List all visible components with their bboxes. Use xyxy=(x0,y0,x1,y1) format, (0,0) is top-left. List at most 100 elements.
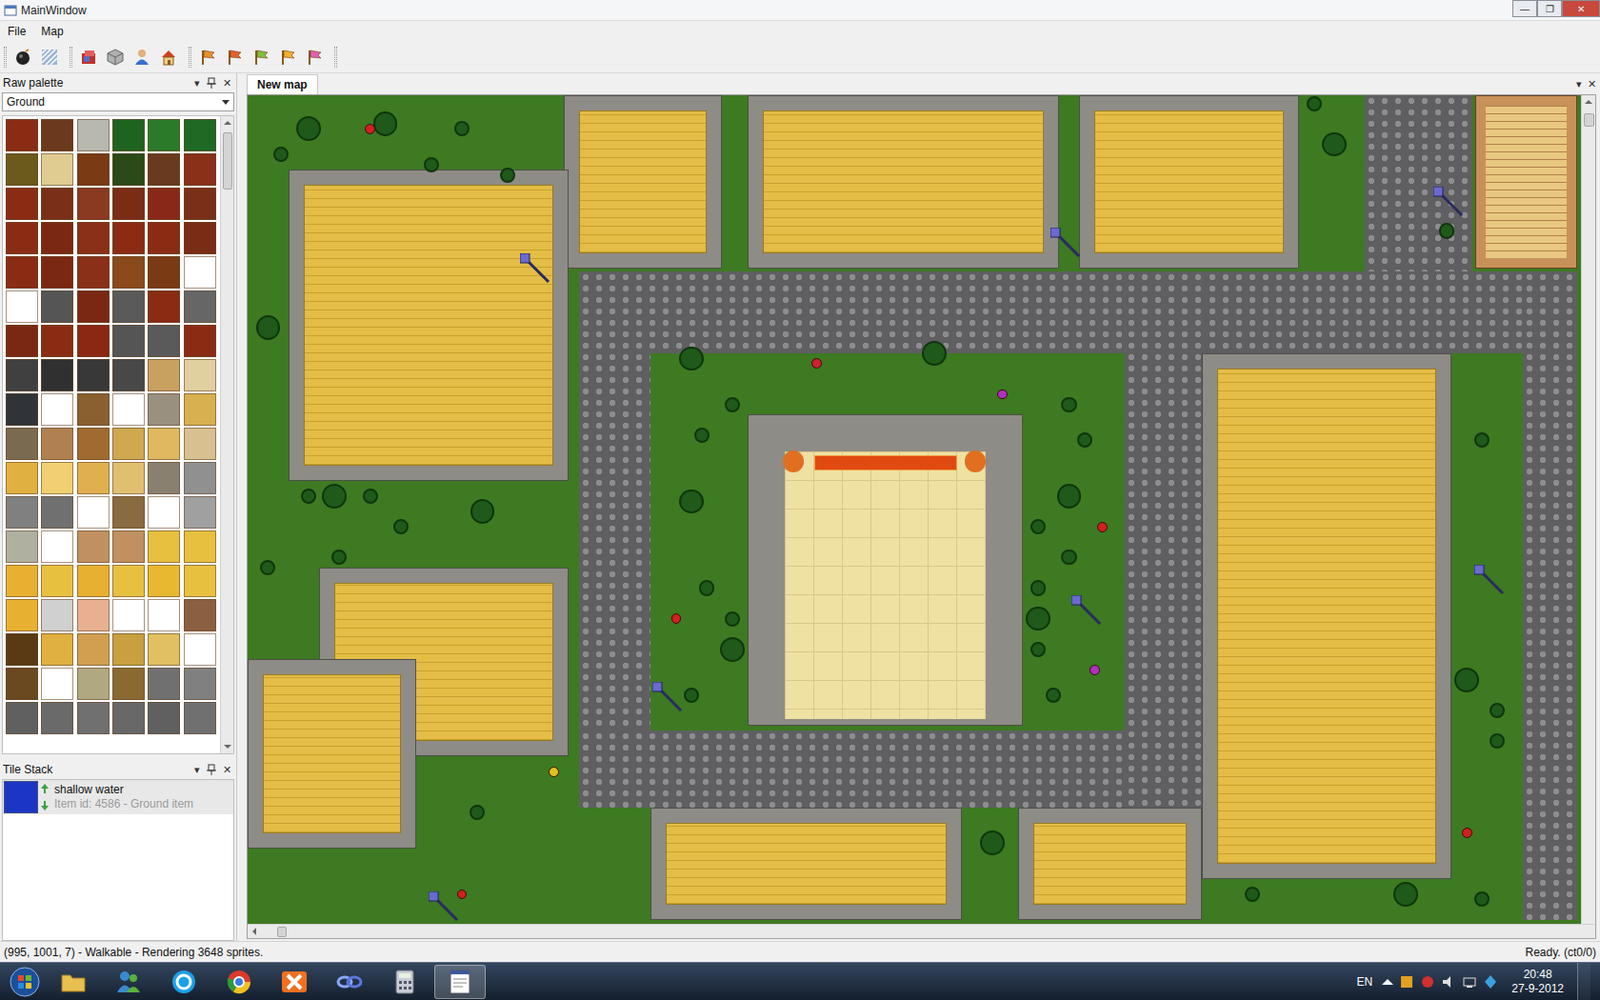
map-vertical-scrollbar[interactable] xyxy=(1580,95,1596,924)
palette-tile[interactable] xyxy=(183,119,217,152)
document-menu-button[interactable]: ▾ xyxy=(1576,76,1582,93)
palette-tile[interactable] xyxy=(5,221,39,255)
palette-tile[interactable] xyxy=(147,667,180,700)
dock-close-button[interactable]: ✕ xyxy=(220,76,234,90)
palette-tile[interactable] xyxy=(183,496,217,529)
palette-tile[interactable] xyxy=(40,633,74,666)
palette-tile[interactable] xyxy=(5,119,39,152)
palette-tile[interactable] xyxy=(5,256,39,289)
palette-tile[interactable] xyxy=(112,221,145,255)
palette-tile[interactable] xyxy=(183,256,217,289)
palette-tile[interactable] xyxy=(77,393,110,426)
language-indicator[interactable]: EN xyxy=(1357,973,1374,991)
window-control-button[interactable]: ❐ xyxy=(1537,0,1562,18)
palette-tile[interactable] xyxy=(77,187,110,220)
taskbar-app[interactable] xyxy=(158,964,210,1000)
palette-tile[interactable] xyxy=(147,290,180,323)
palette-tile[interactable] xyxy=(77,461,110,495)
palette-tile[interactable] xyxy=(40,119,74,152)
palette-tile[interactable] xyxy=(77,564,110,598)
palette-tile[interactable] xyxy=(147,701,180,735)
tile-stack-item[interactable]: shallow waterItem id: 4586 - Ground item xyxy=(2,780,234,815)
move-down-button[interactable] xyxy=(40,800,50,812)
palette-tile[interactable] xyxy=(183,633,217,666)
palette-tile[interactable] xyxy=(112,599,145,632)
palette-tile[interactable] xyxy=(77,119,110,152)
toolbar-button[interactable] xyxy=(104,46,126,68)
start-button[interactable] xyxy=(5,963,44,1000)
palette-tile[interactable] xyxy=(112,564,145,598)
palette-tile[interactable] xyxy=(40,427,74,460)
palette-tile[interactable] xyxy=(147,633,180,666)
palette-tile[interactable] xyxy=(147,119,180,152)
toolbar-button[interactable] xyxy=(78,46,100,68)
palette-tile[interactable] xyxy=(183,221,217,255)
palette-tile[interactable] xyxy=(40,324,74,358)
palette-tile[interactable] xyxy=(5,393,39,426)
palette-tile[interactable] xyxy=(183,324,217,358)
toolbar-button[interactable] xyxy=(12,46,34,68)
palette-tile[interactable] xyxy=(112,461,145,495)
palette-tile[interactable] xyxy=(147,427,180,460)
palette-tile[interactable] xyxy=(5,564,39,598)
dock-menu-button[interactable]: ▾ xyxy=(192,76,202,90)
dock-menu-button[interactable]: ▾ xyxy=(192,762,202,777)
palette-tile[interactable] xyxy=(40,221,74,255)
palette-tile[interactable] xyxy=(183,427,217,460)
palette-tile[interactable] xyxy=(112,119,145,152)
palette-tile[interactable] xyxy=(5,530,39,563)
palette-tile[interactable] xyxy=(147,221,180,255)
palette-tile[interactable] xyxy=(5,359,39,392)
palette-tile[interactable] xyxy=(77,221,110,255)
toolbar-button[interactable] xyxy=(131,46,153,68)
palette-tile[interactable] xyxy=(112,359,145,392)
document-tab[interactable]: New map xyxy=(246,74,319,95)
palette-tile[interactable] xyxy=(183,290,217,323)
toolbar-button[interactable] xyxy=(197,46,219,68)
scrollbar-thumb[interactable] xyxy=(222,132,233,190)
palette-tile[interactable] xyxy=(147,393,180,426)
toolbar-button[interactable] xyxy=(223,46,245,68)
palette-tile[interactable] xyxy=(5,496,39,529)
palette-tile[interactable] xyxy=(147,359,180,392)
palette-tile[interactable] xyxy=(183,530,217,563)
palette-tile[interactable] xyxy=(147,187,180,220)
palette-tile[interactable] xyxy=(112,701,145,735)
map-horizontal-scrollbar[interactable] xyxy=(247,923,1596,939)
toolbar-button[interactable] xyxy=(39,46,60,68)
palette-tile[interactable] xyxy=(112,633,145,666)
palette-tile[interactable] xyxy=(183,667,217,700)
toolbar-button[interactable] xyxy=(277,46,299,68)
toolbar-button[interactable] xyxy=(158,46,180,68)
palette-tile[interactable] xyxy=(147,324,180,358)
palette-tile[interactable] xyxy=(77,701,110,735)
taskbar-app[interactable] xyxy=(434,964,486,1000)
palette-tile[interactable] xyxy=(40,564,74,598)
palette-tile[interactable] xyxy=(183,461,217,495)
palette-tile[interactable] xyxy=(5,427,39,460)
palette-tile[interactable] xyxy=(40,599,74,632)
palette-tile[interactable] xyxy=(5,187,39,220)
palette-tile[interactable] xyxy=(147,530,180,563)
palette-tile[interactable] xyxy=(40,153,74,186)
palette-tile[interactable] xyxy=(5,599,39,632)
taskbar-app[interactable] xyxy=(379,964,431,1000)
palette-tile[interactable] xyxy=(77,496,110,529)
palette-scrollbar[interactable] xyxy=(220,116,234,754)
palette-tile[interactable] xyxy=(183,153,217,186)
category-dropdown[interactable]: Ground xyxy=(1,92,235,112)
palette-tile[interactable] xyxy=(183,564,217,598)
palette-tile[interactable] xyxy=(112,496,145,529)
palette-tile[interactable] xyxy=(147,153,180,186)
palette-tile[interactable] xyxy=(112,667,145,700)
palette-tile[interactable] xyxy=(147,564,180,598)
palette-tile[interactable] xyxy=(5,701,39,735)
palette-tile[interactable] xyxy=(112,153,145,186)
map-canvas[interactable] xyxy=(247,95,1581,924)
palette-tile[interactable] xyxy=(112,530,145,563)
palette-tile[interactable] xyxy=(77,599,110,632)
palette-tile[interactable] xyxy=(77,256,110,289)
palette-tile[interactable] xyxy=(5,324,39,358)
palette-tile[interactable] xyxy=(183,393,217,426)
palette-tile[interactable] xyxy=(40,256,74,289)
